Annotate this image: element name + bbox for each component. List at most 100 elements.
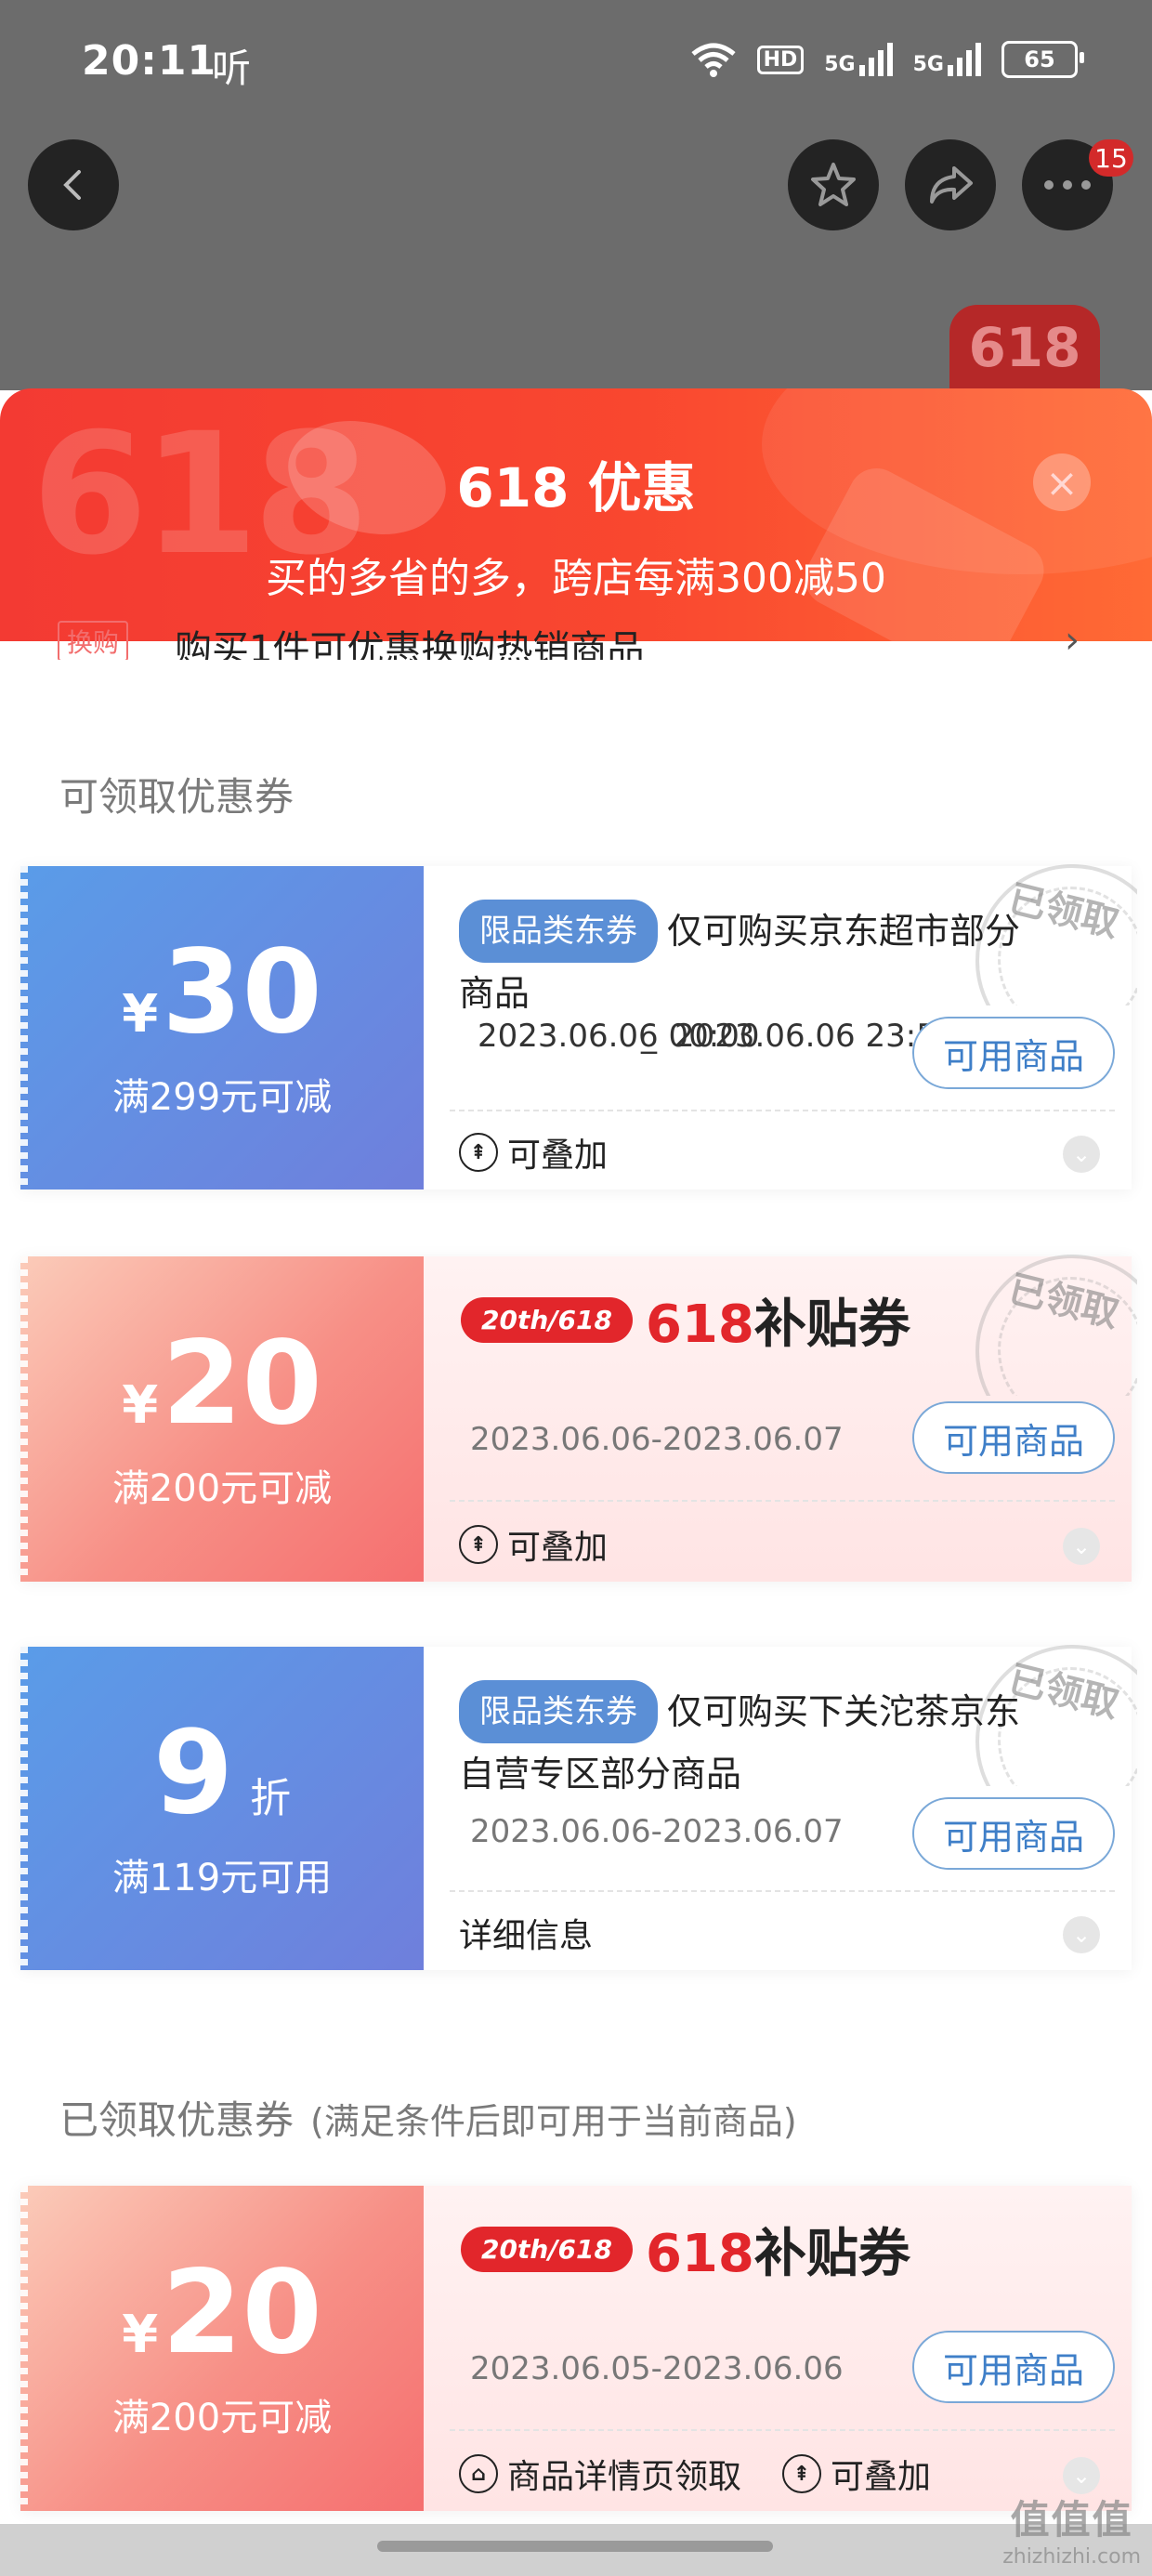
watermark-main: 值值值	[1010, 2497, 1133, 2543]
claimed-stamp: 已领取	[961, 1247, 1137, 1396]
coupon-validity: 2023.06.06-2023.06.07	[470, 1421, 844, 1458]
coupon-footer: ⇞ 可叠加	[459, 1128, 608, 1176]
coupon-value-panel: ¥30 满299元可减	[20, 866, 424, 1189]
back-button[interactable]	[28, 139, 119, 230]
promo-title: 618 优惠	[456, 456, 696, 519]
coupon-card: ¥20 满200元可减 20th/618 618补贴券 2023.06.05-2…	[20, 2186, 1132, 2511]
dashed-divider	[450, 2429, 1115, 2431]
coupon-amount: 20	[162, 1317, 322, 1451]
subsidy-title: 补贴券	[753, 1295, 910, 1355]
coupon-card: ¥30 满299元可减 已领取 限品类东券 仅可购买京东超市部分商品 2023.0…	[20, 864, 1137, 1189]
coupon-detail-panel: 已领取 20th/618 618补贴券 2023.06.06-2023.06.0…	[424, 1255, 1137, 1582]
corner-618-tag: 618	[949, 305, 1100, 390]
notification-badge: 15	[1089, 139, 1133, 177]
trade-in-row[interactable]: 换购 购买1件可优惠换购热销商品 ›	[0, 619, 1152, 660]
battery-level: 65	[1024, 46, 1055, 72]
usable-products-button[interactable]: 可用商品	[912, 2331, 1115, 2403]
subsidy-coupon-title: 20th/618 618补贴券	[461, 2212, 910, 2287]
stackable-label: 可叠加	[507, 1529, 609, 1567]
coupon-detail-panel: 已领取 限品类东券 仅可购买京东超市部分商品 2023.06.06 00:00 _…	[424, 864, 1137, 1189]
hd-icon: HD	[756, 45, 805, 74]
detail-info-link[interactable]: 详细信息	[459, 1909, 593, 1957]
dashed-divider	[450, 1890, 1115, 1892]
status-icons: HD 5G 5G 65	[690, 41, 1084, 78]
coupon-detail-panel: 已领取 限品类东券 仅可购买下关沱茶京东自营专区部分商品 2023.06.06-2…	[424, 1645, 1137, 1970]
coupon-footer: ⌂ 商品详情页领取 ⇞ 可叠加	[459, 2450, 931, 2498]
section-claimed-note: (满足条件后即可用于当前商品)	[310, 2101, 797, 2142]
signal-icon-2: 5G	[913, 43, 981, 76]
subsidy-coupon-title: 20th/618 618补贴券	[461, 1282, 910, 1358]
coupon-amount: 30	[162, 926, 322, 1059]
coupon-validity: 2023.06.05-2023.06.06	[470, 2350, 844, 2387]
promo-subtitle: 买的多省的多，跨店每满300减50	[266, 555, 886, 602]
coupon-condition: 满119元可用	[111, 1857, 333, 1899]
coupon-condition: 满299元可减	[111, 1076, 333, 1119]
watermark-url: zhizhizhi.com	[1002, 2545, 1141, 2569]
discount-unit: 折	[250, 1775, 292, 1822]
stackable-icon: ⇞	[782, 2454, 822, 2493]
chevron-right-icon: ›	[1065, 619, 1080, 660]
wifi-icon	[690, 43, 736, 77]
subsidy-brand: 618	[645, 2224, 754, 2284]
coupon-amount: 9	[152, 1706, 234, 1840]
stackable-label: 可叠加	[507, 1137, 609, 1175]
coupon-description: 限品类东券 仅可购买下关沱茶京东自营专区部分商品	[459, 1680, 1048, 1802]
coupon-value-panel: 9折 满119元可用	[20, 1647, 424, 1970]
coupon-category-tag: 限品类东券	[459, 1680, 658, 1743]
currency-symbol: ¥	[122, 1375, 159, 1436]
usable-products-button[interactable]: 可用商品	[912, 1401, 1115, 1474]
more-dots-icon	[1044, 180, 1091, 190]
expand-chevron-icon[interactable]: ⌄	[1063, 1528, 1100, 1565]
coupon-value-panel: ¥20 满200元可减	[20, 2186, 424, 2511]
product-page-icon: ⌂	[459, 2454, 498, 2493]
618-logo: 20th/618	[461, 2227, 633, 2272]
close-button[interactable]: ×	[1033, 453, 1091, 511]
signal-icon: 5G	[824, 43, 893, 76]
status-bar: 20:11 听 HD 5G 5G 65	[0, 0, 1152, 139]
star-icon	[811, 163, 856, 206]
usable-products-button[interactable]: 可用商品	[912, 1017, 1115, 1089]
trade-in-tag: 换购	[58, 621, 129, 660]
coupon-amount: 20	[162, 2246, 322, 2380]
watermark-logo: 值值值 zhizhizhi.com	[1002, 2489, 1141, 2569]
coupon-footer: ⇞ 可叠加	[459, 1520, 608, 1569]
chevron-left-icon	[63, 170, 81, 200]
coupon-card: ¥20 满200元可减 已领取 20th/618 618补贴券 2023.06.…	[20, 1255, 1137, 1582]
section-available-title: 可领取优惠券	[59, 774, 295, 820]
coupon-condition: 满200元可减	[111, 2397, 333, 2439]
share-button[interactable]	[905, 139, 996, 230]
stackable-icon: ⇞	[459, 1133, 498, 1172]
coupon-validity: 2023.06.06-2023.06.07	[470, 1813, 844, 1850]
claim-source-label: 商品详情页领取	[507, 2458, 742, 2496]
network-type-label: 5G	[824, 53, 856, 76]
coupon-description: 限品类东券 仅可购买京东超市部分商品	[459, 900, 1048, 1021]
status-listen-indicator: 听	[212, 46, 252, 91]
stackable-label: 可叠加	[831, 2458, 932, 2496]
battery-icon: 65	[1001, 41, 1084, 78]
trade-in-text: 购买1件可优惠换购热销商品	[175, 628, 645, 660]
stackable-icon: ⇞	[459, 1525, 498, 1564]
coupon-value-panel: ¥20 满200元可减	[20, 1256, 424, 1582]
coupon-detail-panel: 20th/618 618补贴券 2023.06.05-2023.06.06 可用…	[424, 2186, 1132, 2511]
618-logo: 20th/618	[461, 1297, 633, 1343]
coupon-footer: 详细信息	[459, 1909, 593, 1957]
favorite-button[interactable]	[788, 139, 879, 230]
currency-symbol: ¥	[122, 984, 159, 1045]
subsidy-title: 补贴券	[753, 2224, 910, 2284]
dashed-divider	[450, 1500, 1115, 1502]
subsidy-brand: 618	[645, 1295, 754, 1355]
status-time: 20:11	[82, 37, 217, 85]
usable-products-button[interactable]: 可用商品	[912, 1797, 1115, 1870]
section-claimed-label: 已领取优惠券	[59, 2097, 295, 2143]
section-claimed-title: 已领取优惠券 (满足条件后即可用于当前商品)	[59, 2089, 797, 2146]
coupon-card: 9折 满119元可用 已领取 限品类东券 仅可购买下关沱茶京东自营专区部分商品 2…	[20, 1645, 1137, 1970]
expand-chevron-icon[interactable]: ⌄	[1063, 1916, 1100, 1953]
network-type-label-2: 5G	[912, 53, 944, 76]
coupon-condition: 满200元可减	[111, 1467, 333, 1510]
promo-header: 618 618 优惠 买的多省的多，跨店每满300减50	[0, 388, 1152, 641]
share-icon	[930, 166, 973, 204]
date-separator: _	[641, 1018, 657, 1055]
expand-chevron-icon[interactable]: ⌄	[1063, 1136, 1100, 1173]
dashed-divider	[450, 1110, 1115, 1111]
home-indicator[interactable]	[377, 2541, 773, 2552]
